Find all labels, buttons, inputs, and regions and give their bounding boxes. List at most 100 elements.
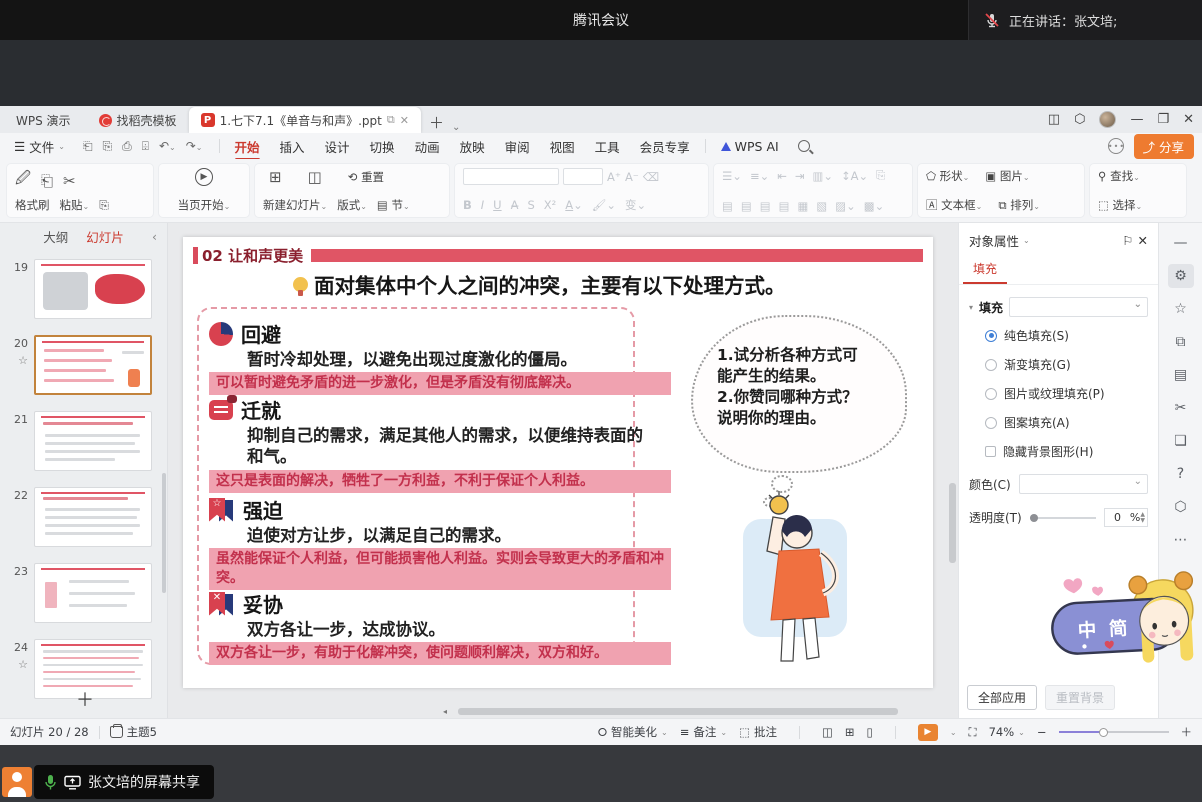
option-hide-background[interactable]: 隐藏背景图形(H) — [959, 437, 1158, 466]
scroll-left-arrow[interactable]: ◂ — [443, 707, 447, 716]
format-painter-icon[interactable]: 🖉 — [15, 168, 31, 193]
play-options-chevron[interactable]: ⌄ — [950, 728, 957, 737]
menu-tab-slideshow[interactable]: 放映 — [451, 135, 494, 158]
play-from-current-button[interactable]: 当页开始⌄ — [178, 197, 231, 213]
new-tab-button[interactable]: ＋ — [421, 112, 452, 133]
layout-button[interactable]: 版式⌄ — [337, 197, 367, 213]
menu-tab-design[interactable]: 设计 — [316, 135, 359, 158]
color-dropdown[interactable] — [1019, 474, 1148, 494]
fill-tab[interactable]: 填充 — [963, 258, 1007, 284]
close-tab-icon[interactable]: ✕ — [400, 114, 409, 127]
tab-docer-templates[interactable]: 找稻壳模板 — [87, 107, 189, 133]
zoom-in-button[interactable]: ＋ — [1181, 724, 1193, 740]
slide-sorter-icon[interactable]: ⊞ — [845, 725, 855, 739]
share-button[interactable]: ⤴ 分享 — [1134, 134, 1194, 159]
horizontal-scrollbar[interactable] — [458, 708, 898, 715]
reading-view-icon[interactable]: ▯ — [866, 725, 872, 739]
menu-tab-animation[interactable]: 动画 — [406, 135, 449, 158]
zoom-level[interactable]: 74%⌄ — [989, 725, 1025, 739]
section-button[interactable]: ▤ 节⌄ — [377, 197, 410, 213]
menu-tab-insert[interactable]: 插入 — [271, 135, 314, 158]
layout-icon[interactable]: ◫ — [308, 168, 322, 186]
collapse-strip-icon[interactable]: — — [1168, 231, 1194, 255]
option-pattern-fill[interactable]: 图案填充(A) — [959, 408, 1158, 437]
workspace-icon[interactable]: ⬡ — [1074, 112, 1085, 127]
select-button[interactable]: ⬚ 选择⌄ — [1098, 197, 1142, 213]
feedback-icon[interactable]: ••• — [1108, 138, 1124, 154]
redo-icon[interactable]: ↷⌄ — [186, 139, 203, 154]
menu-tab-view[interactable]: 视图 — [541, 135, 584, 158]
search-icon[interactable] — [798, 140, 810, 152]
print-preview-icon[interactable]: ⌹ — [142, 139, 149, 154]
tools-icon[interactable]: ✂ — [1168, 396, 1194, 420]
restore-button[interactable]: ❐ — [1157, 112, 1169, 127]
screen-share-banner[interactable]: 张文培的屏幕共享 — [34, 765, 214, 799]
menu-tab-home[interactable]: 开始 — [226, 135, 269, 158]
textbox-button[interactable]: 🄰 文本框⌄ — [926, 197, 982, 213]
fit-window-icon[interactable]: ⛶ — [969, 725, 977, 740]
slide-thumbnail-21[interactable] — [34, 411, 152, 471]
minimize-button[interactable]: — — [1130, 112, 1143, 127]
outline-tab[interactable]: 大纲 — [43, 227, 68, 246]
vertical-scrollbar[interactable] — [949, 483, 956, 563]
transparency-spinner[interactable]: 0 % ▲▼ — [1104, 508, 1148, 527]
picture-button[interactable]: ▣ 图片⌄ — [985, 168, 1029, 184]
file-menu[interactable]: ☰ 文件 ⌄ — [8, 137, 71, 156]
undo-icon[interactable]: ↶⌄ — [159, 139, 176, 154]
account-avatar[interactable] — [1099, 111, 1116, 128]
tab-list-chevron[interactable]: ⌄ — [452, 122, 460, 133]
panel-scrollbar[interactable] — [162, 473, 166, 593]
navigation-icon[interactable]: ❏ — [1168, 429, 1194, 453]
paste-icon[interactable]: ⎗ — [41, 172, 53, 190]
reset-button[interactable]: ⟲ 重置 — [348, 169, 384, 185]
share-doc-icon[interactable]: ⧉ — [387, 113, 395, 127]
comments-button[interactable]: ⬚ 批注 — [739, 724, 777, 740]
transparency-slider[interactable] — [1030, 517, 1096, 519]
collapse-panel-icon[interactable]: ‹ — [152, 229, 157, 244]
more-icon[interactable]: ⋯ — [1168, 528, 1194, 552]
new-slide-icon[interactable]: ⊞ — [269, 168, 282, 186]
shapes-button[interactable]: ⬠ 形状⌄ — [926, 168, 969, 184]
slideshow-play-button[interactable]: ▶ — [918, 724, 938, 741]
tab-wps-home[interactable]: WPS 演示 — [0, 107, 87, 133]
add-slide-button[interactable]: ＋ — [76, 686, 94, 712]
export-icon[interactable]: ⎘ — [103, 139, 113, 154]
close-button[interactable]: ✕ — [1183, 112, 1194, 127]
slides-tab[interactable]: 幻灯片 — [86, 227, 124, 246]
option-gradient-fill[interactable]: 渐变填充(G) — [959, 350, 1158, 379]
plugin-icon[interactable]: ⬡ — [1168, 495, 1194, 519]
menu-tab-tools[interactable]: 工具 — [586, 135, 629, 158]
pin-icon[interactable]: ⚐ — [1122, 233, 1133, 248]
menu-tab-review[interactable]: 审阅 — [496, 135, 539, 158]
save-icon[interactable]: ⎗ — [83, 139, 93, 154]
chart-edit-icon[interactable]: ▤ — [1168, 363, 1194, 387]
play-from-current-icon[interactable]: ▶ — [195, 168, 213, 186]
normal-view-icon[interactable]: ◫ — [822, 725, 833, 739]
expand-fill-icon[interactable]: ▾ — [969, 303, 973, 312]
print-icon[interactable]: ⎙ — [122, 139, 132, 154]
option-picture-fill[interactable]: 图片或纹理填充(P) — [959, 379, 1158, 408]
new-slide-button[interactable]: 新建幻灯片⌄ — [263, 197, 327, 213]
tab-document[interactable]: P 1.七下7.1《单音与和声》.ppt ⧉ ✕ — [189, 107, 421, 133]
split-view-icon[interactable]: ◫ — [1048, 112, 1060, 127]
slide-thumbnail-19[interactable] — [34, 259, 152, 319]
zoom-slider[interactable] — [1059, 731, 1169, 733]
sharer-avatar[interactable] — [2, 767, 32, 797]
cut-icon[interactable]: ✂ — [63, 172, 76, 190]
fill-preset-dropdown[interactable] — [1009, 297, 1148, 317]
animation-pane-icon[interactable]: ⧉ — [1168, 330, 1194, 354]
menu-tab-wps-ai[interactable]: WPS AI — [712, 137, 788, 156]
menu-tab-transition[interactable]: 切换 — [361, 135, 404, 158]
properties-icon[interactable]: ⚙ — [1168, 264, 1194, 288]
copy-icon[interactable]: ⎘ — [99, 198, 109, 213]
beautify-button[interactable]: ⭘ 智能美化⌄ — [598, 724, 668, 740]
find-button[interactable]: ⚲ 查找⌄ — [1098, 168, 1140, 184]
slide-thumbnail-23[interactable] — [34, 563, 152, 623]
option-solid-fill[interactable]: 纯色填充(S) — [959, 321, 1158, 350]
effects-icon[interactable]: ☆ — [1168, 297, 1194, 321]
zoom-out-button[interactable]: − — [1037, 725, 1047, 739]
apply-all-button[interactable]: 全部应用 — [967, 685, 1037, 710]
help-icon[interactable]: ? — [1168, 462, 1194, 486]
paste-button[interactable]: 粘贴⌄ — [60, 197, 90, 213]
theme-button[interactable]: 主题5 — [110, 724, 157, 740]
